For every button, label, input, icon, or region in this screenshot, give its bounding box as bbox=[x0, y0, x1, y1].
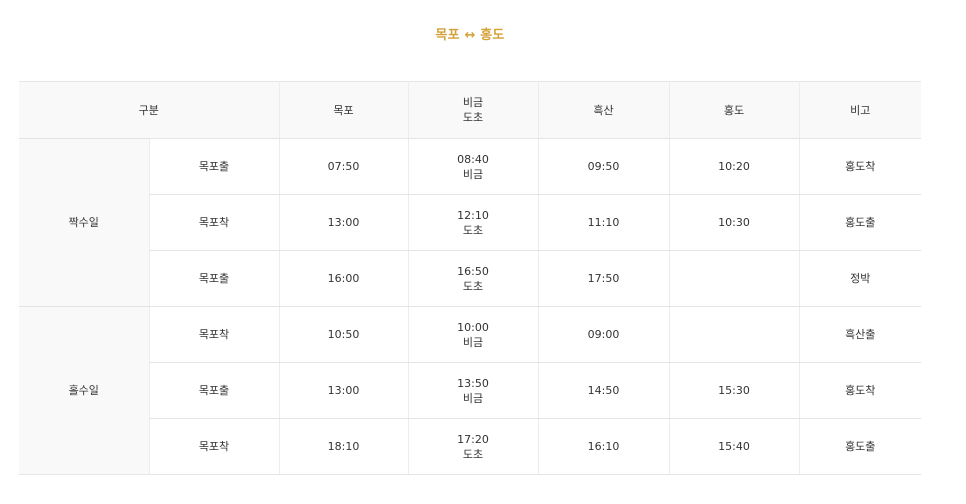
cell-direction: 목포출 bbox=[149, 250, 280, 307]
cell-heuksan: 09:00 bbox=[538, 306, 670, 363]
cell-bigeum-time: 16:50 bbox=[457, 264, 489, 278]
header-heuksan: 흑산 bbox=[538, 81, 670, 139]
header-bigeum: 비금 bbox=[462, 96, 484, 109]
cell-mokpo: 10:50 bbox=[279, 306, 409, 363]
cell-mokpo: 16:00 bbox=[279, 250, 409, 307]
cell-note: 흑산출 bbox=[799, 306, 921, 363]
cell-heuksan: 16:10 bbox=[538, 418, 670, 475]
cell-bigeum-time: 12:10 bbox=[457, 208, 489, 222]
header-bigeum-docho: 비금 도초 bbox=[408, 81, 539, 139]
table-row: 목포착 18:10 17:20 도초 16:10 15:40 홍도출 bbox=[19, 418, 921, 475]
table-row: 짝수일 목포출 07:50 08:40 비금 09:50 10:20 홍도착 bbox=[19, 138, 921, 307]
cell-bigeum-port: 도초 bbox=[462, 447, 484, 461]
table-header-row: 구분 목포 비금 도초 흑산 홍도 비고 bbox=[19, 81, 921, 139]
page-title: 목포 ↔ 홍도 bbox=[435, 28, 505, 43]
cell-heuksan: 11:10 bbox=[538, 194, 670, 251]
header-docho: 도초 bbox=[462, 111, 484, 124]
cell-hongdo: 10:20 bbox=[669, 138, 800, 195]
cell-direction: 목포출 bbox=[149, 362, 280, 419]
cell-hongdo bbox=[669, 306, 800, 363]
cell-mokpo: 13:00 bbox=[279, 362, 409, 419]
cell-heuksan: 09:50 bbox=[538, 138, 670, 195]
cell-direction: 목포착 bbox=[149, 194, 280, 251]
cell-note: 홍도착 bbox=[799, 138, 921, 195]
cell-note: 정박 bbox=[799, 250, 921, 307]
cell-bigeum: 12:10 도초 bbox=[408, 194, 539, 251]
cell-bigeum-port: 도초 bbox=[462, 223, 484, 237]
cell-bigeum-time: 08:40 bbox=[457, 152, 489, 166]
cell-hongdo: 15:30 bbox=[669, 362, 800, 419]
ferry-timetable: 구분 목포 비금 도초 흑산 홍도 비고 짝수일 목포출 07:50 08:40… bbox=[19, 81, 921, 475]
table-row: 목포출 13:00 13:50 비금 14:50 15:30 홍도착 bbox=[19, 362, 921, 419]
cell-bigeum-port: 도초 bbox=[462, 279, 484, 293]
header-note: 비고 bbox=[799, 81, 921, 139]
cell-heuksan: 14:50 bbox=[538, 362, 670, 419]
cell-bigeum: 17:20 도초 bbox=[408, 418, 539, 475]
cell-bigeum-port: 비금 bbox=[462, 391, 484, 405]
cell-hongdo bbox=[669, 250, 800, 307]
cell-note: 홍도출 bbox=[799, 418, 921, 475]
header-hongdo: 홍도 bbox=[669, 81, 800, 139]
table-row: 홀수일 목포착 10:50 10:00 비금 09:00 흑산출 bbox=[19, 306, 921, 475]
cell-hongdo: 15:40 bbox=[669, 418, 800, 475]
header-mokpo: 목포 bbox=[279, 81, 409, 139]
cell-bigeum: 13:50 비금 bbox=[408, 362, 539, 419]
cell-heuksan: 17:50 bbox=[538, 250, 670, 307]
cell-bigeum-time: 17:20 bbox=[457, 432, 489, 446]
cell-bigeum-port: 비금 bbox=[462, 167, 484, 181]
cell-bigeum: 16:50 도초 bbox=[408, 250, 539, 307]
cell-bigeum-time: 10:00 bbox=[457, 320, 489, 334]
cell-mokpo: 13:00 bbox=[279, 194, 409, 251]
cell-direction: 목포착 bbox=[149, 418, 280, 475]
table-row: 목포착 13:00 12:10 도초 11:10 10:30 홍도출 bbox=[19, 194, 921, 251]
cell-note: 홍도착 bbox=[799, 362, 921, 419]
table-row: 목포출 16:00 16:50 도초 17:50 정박 bbox=[19, 250, 921, 307]
cell-direction: 목포출 bbox=[149, 138, 280, 195]
header-category: 구분 bbox=[19, 81, 280, 139]
cell-note: 홍도출 bbox=[799, 194, 921, 251]
day-group-label: 홀수일 bbox=[19, 306, 150, 475]
cell-mokpo: 18:10 bbox=[279, 418, 409, 475]
cell-bigeum: 08:40 비금 bbox=[408, 138, 539, 195]
cell-direction: 목포착 bbox=[149, 306, 280, 363]
cell-mokpo: 07:50 bbox=[279, 138, 409, 195]
cell-bigeum-time: 13:50 bbox=[457, 376, 489, 390]
day-group-label: 짝수일 bbox=[19, 138, 150, 307]
cell-bigeum: 10:00 비금 bbox=[408, 306, 539, 363]
cell-bigeum-port: 비금 bbox=[462, 335, 484, 349]
cell-hongdo: 10:30 bbox=[669, 194, 800, 251]
